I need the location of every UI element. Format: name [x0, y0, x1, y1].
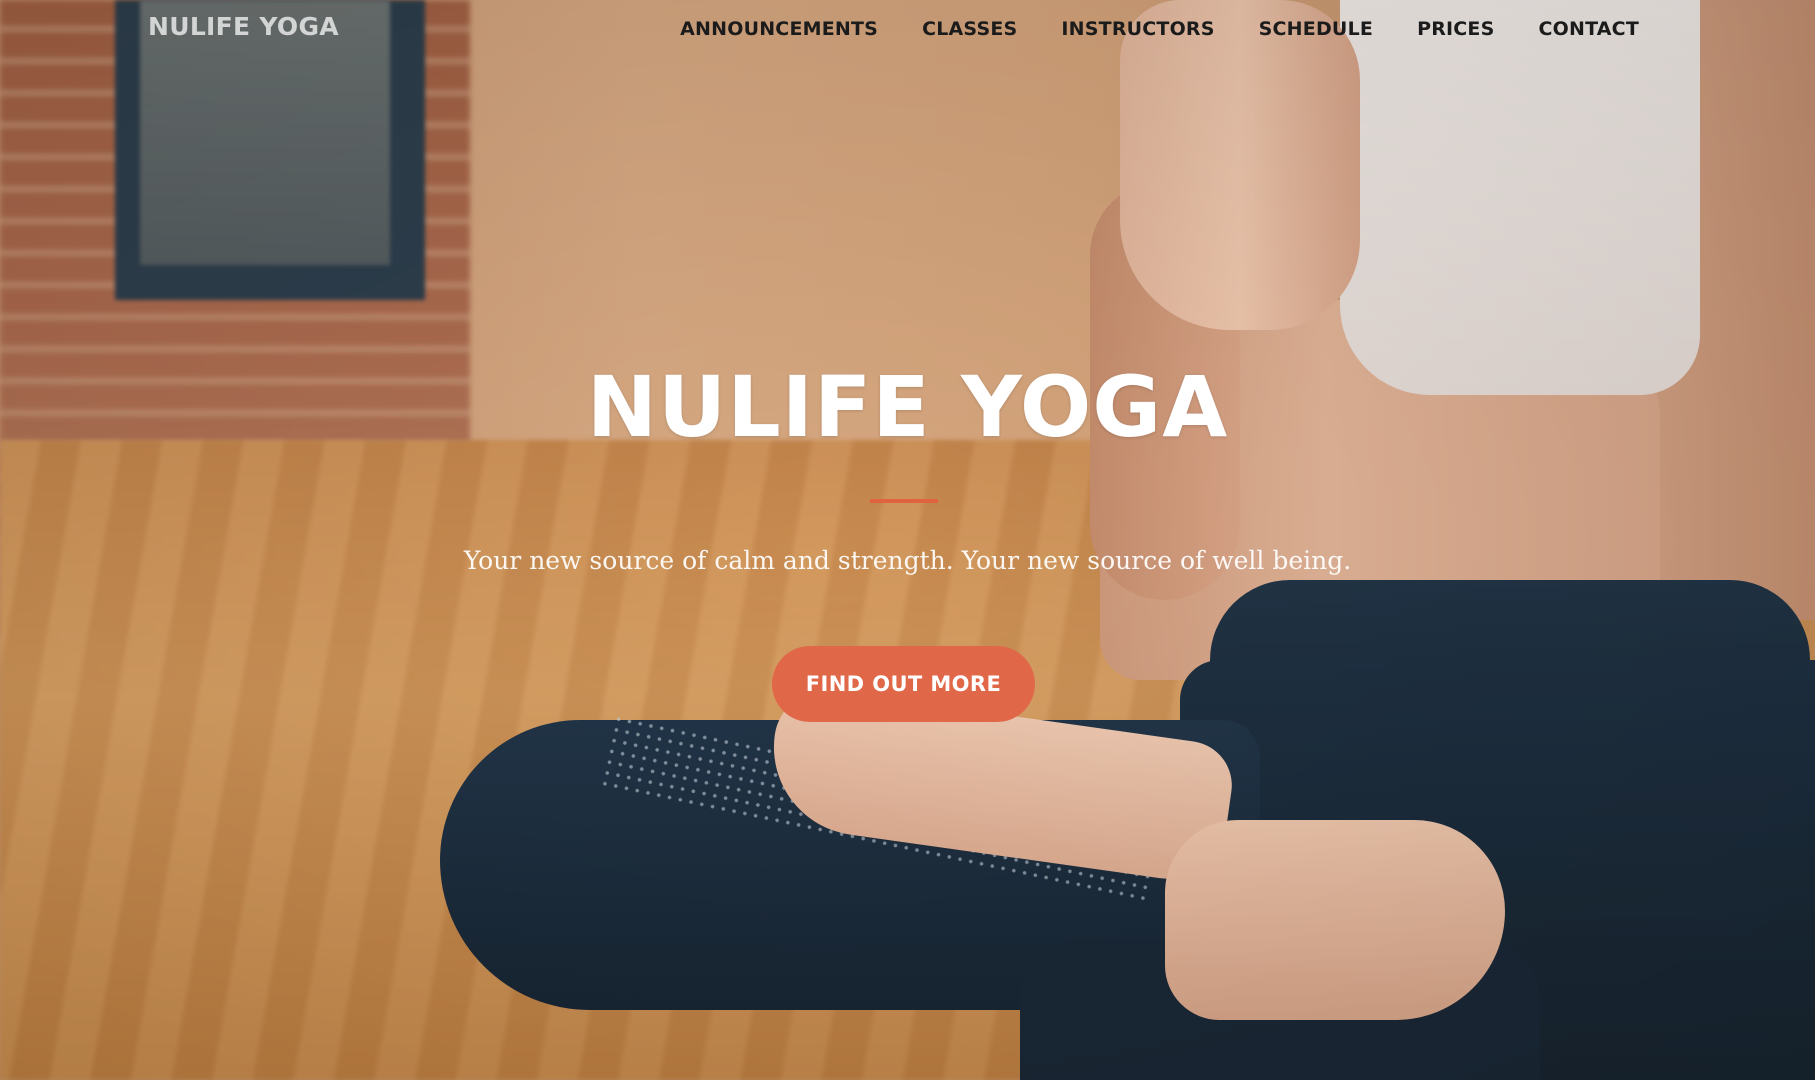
nav-item: CONTACT: [1539, 18, 1640, 40]
nav-link-contact[interactable]: CONTACT: [1539, 18, 1640, 40]
nav-link-classes[interactable]: CLASSES: [922, 18, 1017, 40]
nav-link-instructors[interactable]: INSTRUCTORS: [1061, 18, 1214, 40]
nav-link-prices[interactable]: PRICES: [1417, 18, 1494, 40]
nav-links: ANNOUNCEMENTS CLASSES INSTRUCTORS SCHEDU…: [636, 18, 1639, 40]
nav-item: INSTRUCTORS: [1061, 18, 1214, 40]
navbar: NULIFE YOGA ANNOUNCEMENTS CLASSES INSTRU…: [0, 0, 1815, 62]
nav-link-announcements[interactable]: ANNOUNCEMENTS: [680, 18, 878, 40]
nav-item: ANNOUNCEMENTS: [680, 18, 878, 40]
nav-item: CLASSES: [922, 18, 1017, 40]
nav-link-schedule[interactable]: SCHEDULE: [1259, 18, 1373, 40]
hero: NULIFE YOGA Your new source of calm and …: [0, 0, 1815, 1080]
brand-link[interactable]: NULIFE YOGA: [148, 12, 339, 41]
hero-divider: [870, 499, 938, 503]
hero-title: NULIFE YOGA: [586, 358, 1229, 456]
hero-subtitle: Your new source of calm and strength. Yo…: [463, 546, 1352, 575]
nav-item: SCHEDULE: [1259, 18, 1373, 40]
nav-item: PRICES: [1417, 18, 1494, 40]
find-out-more-button[interactable]: FIND OUT MORE: [772, 646, 1035, 722]
page: NULIFE YOGA ANNOUNCEMENTS CLASSES INSTRU…: [0, 0, 1815, 1080]
